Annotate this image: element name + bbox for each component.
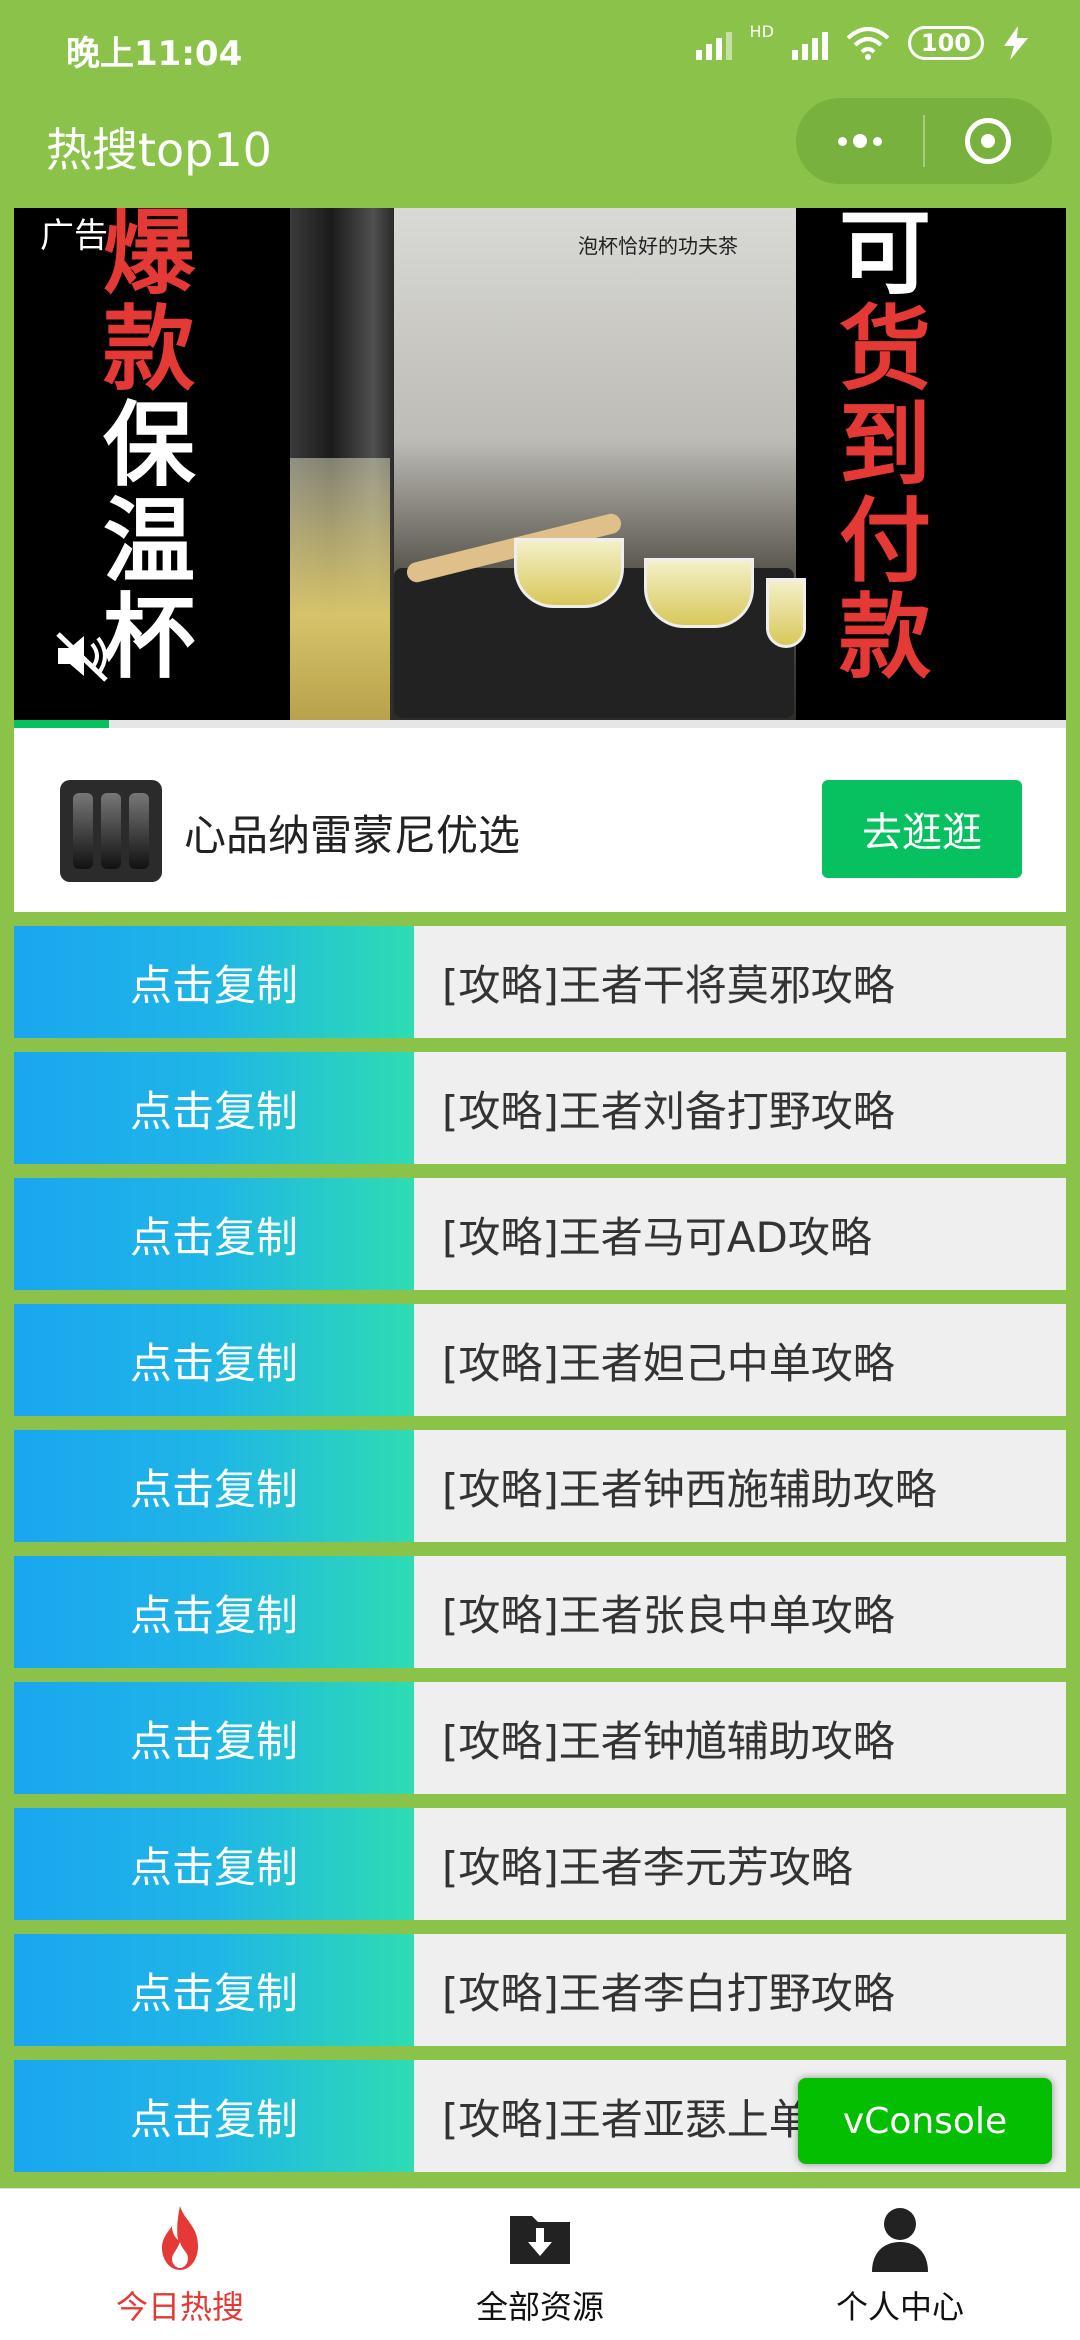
list-item: 点击复制 [攻略]王者张良中单攻略 [14, 1556, 1066, 1668]
item-title[interactable]: [攻略]王者李白打野攻略 [414, 1934, 1066, 2046]
tea-cup [766, 578, 806, 648]
tab-label: 今日热搜 [115, 2288, 244, 2326]
charging-icon [1004, 26, 1028, 60]
copy-button[interactable]: 点击复制 [14, 1556, 414, 1668]
person-icon [872, 2208, 928, 2272]
item-title[interactable]: [攻略]王者刘备打野攻略 [414, 1052, 1066, 1164]
list-item: 点击复制 [攻略]王者妲己中单攻略 [14, 1304, 1066, 1416]
copy-button[interactable]: 点击复制 [14, 926, 414, 1038]
ad-left-text: 爆 款 保 温 杯 [94, 208, 204, 686]
ad-card[interactable]: 泡杯恰好的功夫茶 爆 款 保 温 杯 可 货 到 付 款 广告 心品纳雷蒙尼优选… [14, 208, 1066, 912]
copy-button[interactable]: 点击复制 [14, 1682, 414, 1794]
ad-right-char: 货 [838, 296, 931, 403]
item-title[interactable]: [攻略]王者钟西施辅助攻略 [414, 1430, 1066, 1542]
ad-label: 广告 [40, 216, 108, 256]
menu-capsule [796, 98, 1052, 184]
wifi-icon [846, 27, 890, 60]
copy-button[interactable]: 点击复制 [14, 1934, 414, 2046]
hot-list: 点击复制 [攻略]王者干将莫邪攻略 点击复制 [攻略]王者刘备打野攻略 点击复制… [14, 926, 1066, 2186]
item-title[interactable]: [攻略]王者马可AD攻略 [414, 1178, 1066, 1290]
ad-right-text: 可 货 到 付 款 [830, 208, 940, 686]
ad-right-char: 到 [838, 392, 931, 499]
list-item: 点击复制 [攻略]王者马可AD攻略 [14, 1178, 1066, 1290]
copy-button[interactable]: 点击复制 [14, 1304, 414, 1416]
ad-right-char: 可 [838, 208, 931, 307]
thermos-glass [290, 458, 390, 720]
tab-label: 全部资源 [475, 2288, 604, 2326]
tea-cup [644, 558, 754, 628]
mute-icon[interactable] [52, 626, 112, 686]
list-item: 点击复制 [攻略]王者钟西施辅助攻略 [14, 1430, 1066, 1542]
tab-label: 个人中心 [835, 2288, 964, 2326]
status-bar: 晚上11:04 HD 100 [0, 0, 1080, 96]
item-title[interactable]: [攻略]王者钟馗辅助攻略 [414, 1682, 1066, 1794]
tab-hot-today[interactable]: 今日热搜 [0, 2189, 360, 2340]
status-icons: HD 100 [695, 22, 1030, 60]
item-title[interactable]: [攻略]王者张良中单攻略 [414, 1556, 1066, 1668]
ad-left-char: 爆 [102, 208, 195, 307]
item-title[interactable]: [攻略]王者妲己中单攻略 [414, 1304, 1066, 1416]
ad-left-char: 保 [102, 392, 195, 499]
ad-left-char: 款 [102, 296, 195, 403]
list-item: 点击复制 [攻略]王者李白打野攻略 [14, 1934, 1066, 2046]
page-title: 热搜top10 [46, 123, 272, 177]
ad-cta-button[interactable]: 去逛逛 [822, 780, 1022, 878]
network-label: HD [749, 21, 774, 41]
copy-button[interactable]: 点击复制 [14, 1808, 414, 1920]
more-icon [837, 134, 882, 148]
list-item: 点击复制 [攻略]王者干将莫邪攻略 [14, 926, 1066, 1038]
copy-button[interactable]: 点击复制 [14, 2060, 414, 2172]
video-progress-fill [14, 720, 109, 728]
video-progress-bar [14, 720, 1066, 728]
ad-info: 心品纳雷蒙尼优选 去逛逛 [14, 728, 1066, 912]
title-bar: 热搜top10 [0, 96, 1080, 208]
status-time: 晚上11:04 [66, 34, 243, 74]
target-icon [965, 118, 1012, 164]
tea-cup [514, 538, 624, 608]
ad-left-char: 温 [102, 488, 195, 595]
ad-tagline: 泡杯恰好的功夫茶 [578, 234, 738, 258]
advertiser-logo [60, 780, 162, 882]
vconsole-button[interactable]: vConsole [798, 2078, 1052, 2164]
signal-icon [695, 26, 732, 60]
item-title[interactable]: [攻略]王者李元芳攻略 [414, 1808, 1066, 1920]
list-item: 点击复制 [攻略]王者李元芳攻略 [14, 1808, 1066, 1920]
signal-icon-2 [791, 26, 828, 60]
copy-button[interactable]: 点击复制 [14, 1052, 414, 1164]
copy-button[interactable]: 点击复制 [14, 1178, 414, 1290]
tab-bar: 今日热搜 全部资源 个人中心 [0, 2188, 1080, 2340]
tab-profile[interactable]: 个人中心 [720, 2189, 1080, 2340]
list-item: 点击复制 [攻略]王者刘备打野攻略 [14, 1052, 1066, 1164]
ad-right-char: 付 [838, 488, 931, 595]
tab-all-resources[interactable]: 全部资源 [360, 2189, 720, 2340]
list-item: 点击复制 [攻略]王者钟馗辅助攻略 [14, 1682, 1066, 1794]
ad-right-char: 款 [838, 584, 931, 691]
copy-button[interactable]: 点击复制 [14, 1430, 414, 1542]
ad-video[interactable]: 泡杯恰好的功夫茶 爆 款 保 温 杯 可 货 到 付 款 广告 [14, 208, 1066, 720]
flame-icon [162, 2206, 198, 2270]
item-title[interactable]: [攻略]王者干将莫邪攻略 [414, 926, 1066, 1038]
more-button[interactable] [796, 98, 923, 184]
download-folder-icon [510, 2216, 570, 2264]
battery-icon: 100 [907, 26, 984, 60]
advertiser-name: 心品纳雷蒙尼优选 [184, 811, 521, 860]
close-miniprogram-button[interactable] [925, 98, 1052, 184]
